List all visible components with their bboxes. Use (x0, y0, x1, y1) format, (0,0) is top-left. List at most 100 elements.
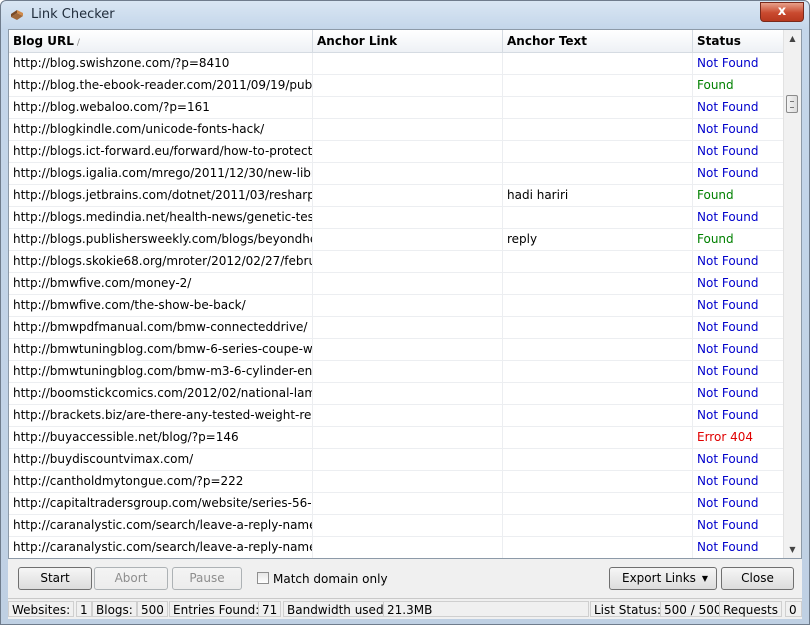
column-header-status[interactable]: Status (693, 30, 785, 52)
status-cell: Not Found (697, 100, 759, 114)
table-row[interactable]: http://bmwfive.com/money-2/Not Found (9, 273, 785, 295)
anchor-text-cell (503, 295, 693, 316)
anchor-text-cell (503, 361, 693, 382)
status-cell: Not Found (697, 210, 759, 224)
anchor-link-cell (313, 493, 503, 514)
app-icon (11, 10, 23, 20)
pause-button[interactable]: Pause (172, 567, 242, 590)
blog-url-cell: http://bmwfive.com/the-show-be-back/ (9, 295, 313, 316)
export-links-button[interactable]: Export Links ▼ (609, 567, 717, 590)
anchor-text-cell (503, 317, 693, 338)
anchor-text-cell (503, 273, 693, 294)
anchor-text-cell (503, 75, 693, 96)
anchor-link-cell (313, 361, 503, 382)
anchor-text-cell (503, 251, 693, 272)
anchor-text-cell (503, 141, 693, 162)
window-close-button[interactable]: x (760, 2, 804, 22)
blog-url-cell: http://caranalystic.com/search/leave-a-r… (9, 515, 313, 536)
table-row[interactable]: http://blogs.publishersweekly.com/blogs/… (9, 229, 785, 251)
table-row[interactable]: http://bmwfive.com/the-show-be-back/Not … (9, 295, 785, 317)
scroll-down-arrow-icon[interactable]: ▼ (784, 541, 801, 558)
status-cell: Not Found (697, 452, 759, 466)
table-row[interactable]: http://buyaccessible.net/blog/?p=146 Erro… (9, 427, 785, 449)
table-row[interactable]: http://buydiscountvimax.com/Not Found (9, 449, 785, 471)
start-button[interactable]: Start (18, 567, 92, 590)
table-row[interactable]: http://boomstickcomics.com/2012/02/natio… (9, 383, 785, 405)
table-row[interactable]: http://bmwtuningblog.com/bmw-m3-6-cylind… (9, 361, 785, 383)
blogs-label: Blogs: (92, 601, 137, 617)
table-row[interactable]: http://caranalystic.com/search/leave-a-r… (9, 515, 785, 537)
anchor-link-cell (313, 427, 503, 448)
close-button[interactable]: Close (721, 567, 794, 590)
abort-button[interactable]: Abort (94, 567, 168, 590)
anchor-text-cell (503, 339, 693, 360)
websites-value: 1 (76, 601, 92, 617)
anchor-link-cell (313, 75, 503, 96)
status-cell: Not Found (697, 386, 759, 400)
anchor-link-cell (313, 53, 503, 74)
scroll-thumb[interactable] (786, 95, 798, 113)
blog-url-cell: http://boomstickcomics.com/2012/02/natio… (9, 383, 313, 404)
anchor-link-cell (313, 449, 503, 470)
table-row[interactable]: http://cantholdmytongue.com/?p=222 Not Fo… (9, 471, 785, 493)
blog-url-cell: http://blogs.ict-forward.eu/forward/how-… (9, 141, 313, 162)
requests-value: 0 (785, 601, 802, 617)
title-bar[interactable]: Link Checker x (1, 1, 809, 29)
blog-url-cell: http://blogs.skokie68.org/mroter/2012/02… (9, 251, 313, 272)
table-row[interactable]: http://blog.the-ebook-reader.com/2011/09… (9, 75, 785, 97)
requests-label: Requests (719, 601, 782, 617)
column-header-anchor-text[interactable]: Anchor Text (503, 30, 693, 52)
status-cell: Not Found (697, 518, 759, 532)
table-row[interactable]: http://blogs.ict-forward.eu/forward/how-… (9, 141, 785, 163)
table-row[interactable]: http://blogs.medindia.net/health-news/ge… (9, 207, 785, 229)
anchor-text-cell (503, 97, 693, 118)
anchor-link-cell (313, 119, 503, 140)
status-cell: Not Found (697, 408, 759, 422)
table-row[interactable]: http://blogs.skokie68.org/mroter/2012/02… (9, 251, 785, 273)
table-header: Blog URL / Anchor Link Anchor Text Status (9, 30, 785, 53)
blog-url-cell: http://caranalystic.com/search/leave-a-r… (9, 537, 313, 558)
anchor-link-cell (313, 141, 503, 162)
table-row[interactable]: http://bmwtuningblog.com/bmw-6-series-co… (9, 339, 785, 361)
blog-url-cell: http://blogs.medindia.net/health-news/ge… (9, 207, 313, 228)
entries-found-label: Entries Found: (169, 601, 264, 617)
table-row[interactable]: http://brackets.biz/are-there-any-tested… (9, 405, 785, 427)
column-header-blog-url[interactable]: Blog URL / (9, 30, 313, 52)
anchor-text-cell (503, 471, 693, 492)
anchor-link-cell (313, 163, 503, 184)
table-row[interactable]: http://blog.webaloo.com/?p=161 Not Found (9, 97, 785, 119)
match-domain-checkbox[interactable] (257, 572, 269, 584)
window-title: Link Checker (31, 7, 115, 22)
blog-url-cell: http://brackets.biz/are-there-any-tested… (9, 405, 313, 426)
bandwidth-label: Bandwidth used: (283, 601, 392, 617)
vertical-scrollbar[interactable]: ▲ ▼ (783, 30, 801, 558)
status-cell: Found (697, 188, 734, 202)
anchor-text-cell (503, 537, 693, 558)
blog-url-cell: http://capitaltradersgroup.com/website/s… (9, 493, 313, 514)
table-row[interactable]: http://blogs.igalia.com/mrego/2011/12/30… (9, 163, 785, 185)
anchor-text-cell (503, 515, 693, 536)
scroll-up-arrow-icon[interactable]: ▲ (784, 30, 801, 47)
table-row[interactable]: http://bmwpdfmanual.com/bmw-connecteddri… (9, 317, 785, 339)
anchor-link-cell (313, 97, 503, 118)
status-cell: Not Found (697, 166, 759, 180)
status-cell: Not Found (697, 122, 759, 136)
table-row[interactable]: http://blog.swishzone.com/?p=8410 Not Fou… (9, 53, 785, 75)
client-area: Blog URL / Anchor Link Anchor Text Status… (8, 29, 802, 619)
status-bar: Websites: 1 Blogs: 500 Entries Found: 71… (8, 598, 802, 619)
blog-url-cell: http://cantholdmytongue.com/?p=222 (9, 471, 313, 492)
match-domain-label[interactable]: Match domain only (273, 570, 388, 588)
blog-url-cell: http://blogs.publishersweekly.com/blogs/… (9, 229, 313, 250)
table-row[interactable]: http://blogs.jetbrains.com/dotnet/2011/0… (9, 185, 785, 207)
column-header-anchor-link[interactable]: Anchor Link (313, 30, 503, 52)
list-status-label: List Status: (590, 601, 666, 617)
table-row[interactable]: http://capitaltradersgroup.com/website/s… (9, 493, 785, 515)
blog-url-cell: http://bmwpdfmanual.com/bmw-connecteddri… (9, 317, 313, 338)
table-row[interactable]: http://caranalystic.com/search/leave-a-r… (9, 537, 785, 558)
results-table: Blog URL / Anchor Link Anchor Text Status… (8, 29, 802, 559)
anchor-text-cell (503, 493, 693, 514)
sort-indicator-icon: / (76, 38, 80, 48)
table-row[interactable]: http://blogkindle.com/unicode-fonts-hack… (9, 119, 785, 141)
status-cell: Found (697, 78, 734, 92)
blogs-value: 500 (137, 601, 168, 617)
